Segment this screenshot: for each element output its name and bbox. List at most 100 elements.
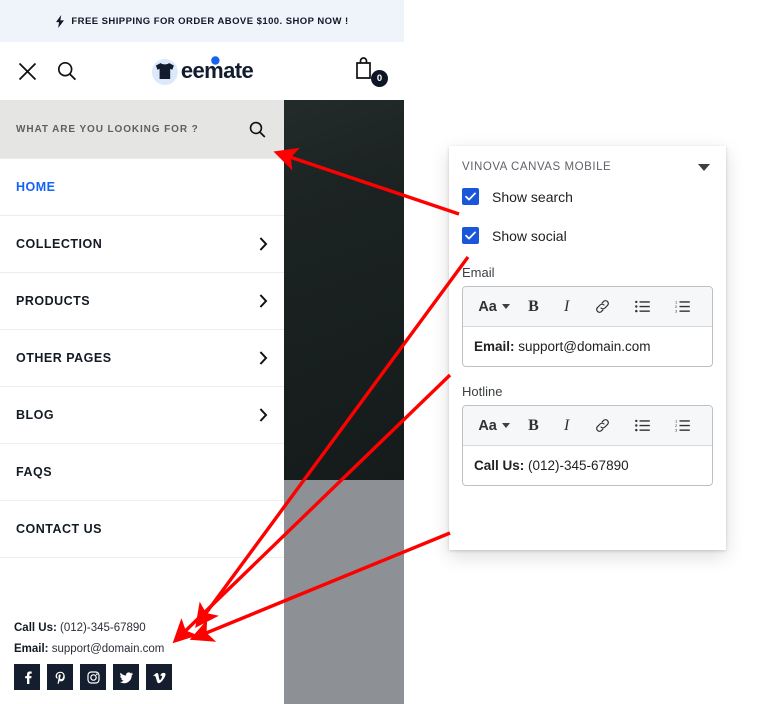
bottom-tabbar: Account — [284, 648, 404, 704]
sidebar-item-faqs[interactable]: FAQS — [0, 444, 284, 501]
drawer-social-icons — [14, 664, 270, 690]
italic-button[interactable]: I — [552, 412, 582, 440]
sidebar-item-products[interactable]: PRODUCTS — [0, 273, 284, 330]
panel-body: Show search Show social Email Aa B I 1 2… — [449, 188, 726, 486]
hotline-value-label: Call Us: — [474, 458, 525, 473]
font-size-label: Aa — [478, 298, 497, 315]
chevron-right-icon — [259, 237, 268, 251]
drawer-footer: Call Us: (012)-345-67890 Email: support@… — [0, 622, 284, 704]
announcement-text: FREE SHIPPING FOR ORDER ABOVE $100. SHOP… — [71, 15, 349, 27]
search-input-placeholder[interactable]: WHAT ARE YOU LOOKING FOR ? — [16, 124, 199, 135]
italic-button[interactable]: I — [552, 293, 582, 321]
numbered-list-icon: 123 — [675, 300, 690, 313]
sidebar-item-collection[interactable]: COLLECTION — [0, 216, 284, 273]
check-icon — [465, 192, 476, 201]
hotline-rte-toolbar: Aa B I 123 — [463, 406, 712, 446]
hotline-field-label: Hotline — [462, 384, 503, 399]
checkbox-label: Show search — [492, 188, 573, 205]
chevron-right-icon — [259, 408, 268, 422]
show-search-checkbox[interactable]: Show search — [462, 188, 713, 205]
preview-page-content: RE PLANTS ROBLEMS RY LUCAS e — [284, 100, 404, 704]
bullet-list-icon — [634, 300, 650, 313]
font-size-dropdown[interactable]: Aa — [473, 412, 515, 440]
announcement-bar[interactable]: FREE SHIPPING FOR ORDER ABOVE $100. SHOP… — [0, 0, 404, 42]
sidebar-item-home[interactable]: HOME — [0, 159, 284, 216]
cart-count-badge: 0 — [371, 70, 388, 87]
drawer-nav-list: HOME COLLECTION PRODUCTS OTHER PAGES BLO… — [0, 158, 284, 558]
bullet-list-icon — [634, 419, 650, 432]
font-size-dropdown[interactable]: Aa — [473, 293, 515, 321]
email-rte-toolbar: Aa B I 123 — [463, 287, 712, 327]
sidebar-item-other-pages[interactable]: OTHER PAGES — [0, 330, 284, 387]
bullet-list-button[interactable] — [623, 293, 662, 321]
svg-text:3: 3 — [675, 428, 678, 432]
bullet-list-button[interactable] — [623, 412, 662, 440]
drawer-email-line: Email: support@domain.com — [14, 643, 270, 655]
chevron-right-icon — [259, 351, 268, 365]
lightning-bolt-icon — [56, 14, 65, 28]
numbered-list-button[interactable]: 123 — [663, 293, 702, 321]
link-button[interactable] — [582, 412, 621, 440]
nav-label: CONTACT US — [16, 522, 103, 536]
bold-button[interactable]: B — [516, 412, 551, 440]
link-icon — [595, 419, 609, 432]
pinterest-icon[interactable] — [47, 664, 73, 690]
email-value-text: support@domain.com — [514, 339, 651, 354]
hotline-rte-content[interactable]: Call Us: (012)-345-67890 — [463, 446, 712, 485]
email-field-label: Email — [462, 265, 495, 280]
panel-title: VINOVA CANVAS MOBILE — [462, 161, 612, 173]
svg-text:3: 3 — [675, 309, 678, 313]
nav-label: COLLECTION — [16, 237, 103, 251]
email-rte[interactable]: Aa B I 123 Email: support@domain.com — [462, 286, 713, 367]
search-icon[interactable] — [54, 58, 80, 84]
instagram-icon[interactable] — [80, 664, 106, 690]
link-icon — [595, 300, 609, 313]
mobile-preview-frame: FREE SHIPPING FOR ORDER ABOVE $100. SHOP… — [0, 0, 404, 704]
email-value: support@domain.com — [51, 643, 165, 655]
hotline-value: (012)-345-67890 — [60, 622, 146, 634]
site-logo[interactable]: eemate — [151, 56, 254, 85]
chevron-down-icon — [501, 304, 510, 309]
nav-label: FAQS — [16, 465, 53, 479]
numbered-list-icon: 123 — [675, 419, 690, 432]
twitter-icon[interactable] — [113, 664, 139, 690]
link-button[interactable] — [582, 293, 621, 321]
checkbox-checked-box[interactable] — [462, 188, 479, 205]
drawer-hotline-line: Call Us: (012)-345-67890 — [14, 622, 270, 634]
check-icon — [465, 231, 476, 240]
chevron-down-icon — [501, 423, 510, 428]
checkbox-label: Show social — [492, 227, 567, 244]
checkbox-checked-box[interactable] — [462, 227, 479, 244]
show-social-checkbox[interactable]: Show social — [462, 227, 713, 244]
mobile-nav-drawer: WHAT ARE YOU LOOKING FOR ? HOME COLLECTI… — [0, 100, 284, 704]
email-rte-content[interactable]: Email: support@domain.com — [463, 327, 712, 366]
facebook-icon[interactable] — [14, 664, 40, 690]
mobile-header: eemate 0 — [0, 42, 404, 100]
nav-label: OTHER PAGES — [16, 351, 112, 365]
hotline-label: Call Us: — [14, 622, 57, 634]
panel-header[interactable]: VINOVA CANVAS MOBILE — [449, 146, 726, 188]
vimeo-icon[interactable] — [146, 664, 172, 690]
close-icon[interactable] — [14, 58, 40, 84]
font-size-label: Aa — [478, 417, 497, 434]
bold-button[interactable]: B — [516, 293, 551, 321]
numbered-list-button[interactable]: 123 — [663, 412, 702, 440]
drawer-search-bar[interactable]: WHAT ARE YOU LOOKING FOR ? — [0, 100, 284, 158]
hotline-rte[interactable]: Aa B I 123 Call Us: (012)-345-67890 — [462, 405, 713, 486]
nav-label: BLOG — [16, 408, 55, 422]
email-value-label: Email: — [474, 339, 515, 354]
theme-settings-panel: VINOVA CANVAS MOBILE Show search Show so… — [449, 146, 726, 550]
hero-product-photo: RE PLANTS ROBLEMS — [284, 100, 404, 480]
sidebar-item-blog[interactable]: BLOG — [0, 387, 284, 444]
email-label: Email: — [14, 643, 49, 655]
sidebar-item-contact-us[interactable]: CONTACT US — [0, 501, 284, 558]
nav-label: HOME — [16, 180, 56, 194]
nav-label: PRODUCTS — [16, 294, 91, 308]
hotline-value-text: (012)-345-67890 — [524, 458, 629, 473]
tshirt-logo-icon — [151, 59, 178, 85]
chevron-down-icon[interactable] — [698, 163, 710, 171]
cart-button[interactable]: 0 — [354, 56, 388, 87]
chevron-right-icon — [259, 294, 268, 308]
logo-dot-icon — [211, 56, 220, 65]
search-icon[interactable] — [249, 121, 266, 138]
